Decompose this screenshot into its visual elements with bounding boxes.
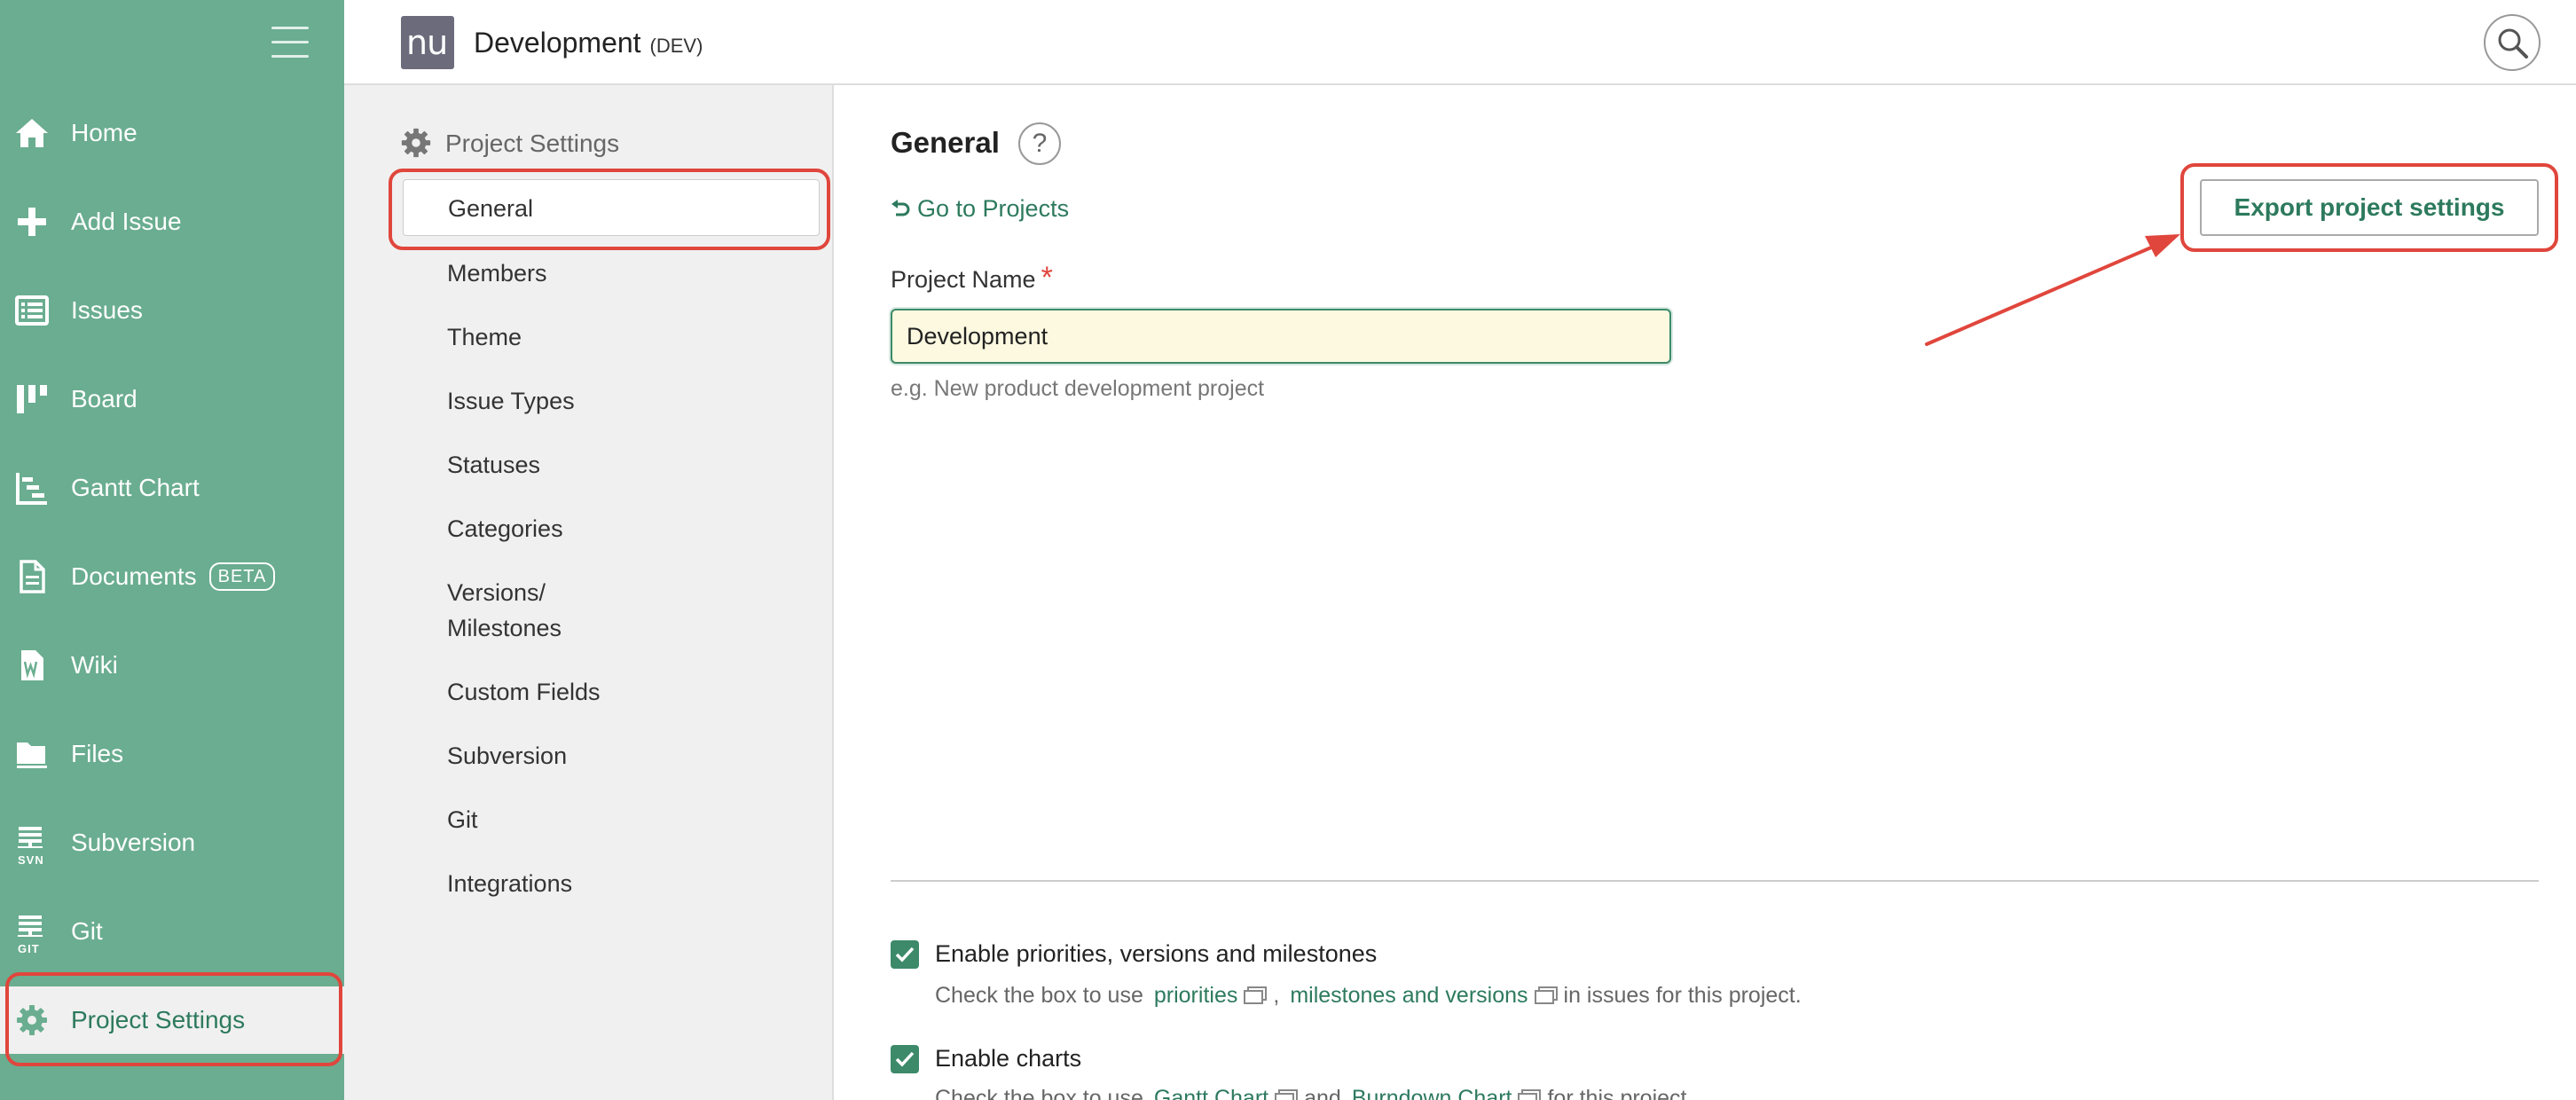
board-icon	[14, 381, 50, 417]
section-divider	[891, 880, 2539, 882]
subnav-item-integrations[interactable]: Integrations	[403, 866, 820, 901]
milestones-versions-link[interactable]: milestones and versions	[1290, 983, 1528, 1008]
priorities-link[interactable]: priorities	[1154, 983, 1237, 1008]
nav-item-home[interactable]: Home	[0, 99, 344, 167]
nav-item-gantt-chart[interactable]: Gantt Chart	[0, 454, 344, 522]
nav-label: Issues	[71, 296, 143, 324]
settings-heading: Project Settings	[399, 124, 665, 163]
subnav-item-theme[interactable]: Theme	[403, 319, 820, 355]
enable-charts-help: Check the box to use Gantt Chart and Burndo…	[935, 1084, 1692, 1100]
search-button[interactable]	[2484, 14, 2541, 71]
subnav-item-statuses[interactable]: Statuses	[403, 447, 820, 483]
project-name-label: Project Name *	[891, 261, 1053, 295]
gear-icon	[401, 128, 431, 158]
nav-item-add-issue[interactable]: Add Issue	[0, 188, 344, 255]
subnav-item-members[interactable]: Members	[403, 255, 820, 291]
home-icon	[14, 115, 50, 151]
gear-icon	[14, 1002, 50, 1038]
plus-icon	[14, 204, 50, 240]
required-mark: *	[1041, 261, 1053, 295]
nav-label: Git	[71, 917, 103, 945]
export-project-settings-button[interactable]: Export project settings	[2200, 179, 2539, 236]
external-window-icon	[1244, 986, 1268, 1004]
project-name-help: e.g. New product development project	[891, 376, 1265, 401]
nav-label: Subversion	[71, 829, 196, 856]
document-icon	[14, 559, 50, 594]
list-icon	[14, 293, 50, 328]
external-window-icon	[1518, 1089, 1542, 1100]
project-name-input[interactable]	[891, 309, 1671, 364]
top-header: nu Development (DEV)	[344, 0, 2576, 85]
search-icon	[2498, 28, 2528, 59]
wiki-icon	[14, 648, 50, 683]
external-window-icon	[1534, 986, 1558, 1004]
gantt-icon	[14, 470, 50, 506]
subnav-item-subversion[interactable]: Subversion	[403, 738, 820, 774]
main-content: General ? Go to Projects Export project …	[834, 85, 2576, 1100]
left-navigation: Home Add Issue Issues Board Gantt Chart …	[0, 0, 344, 1100]
nav-item-wiki[interactable]: Wiki	[0, 632, 344, 699]
nav-label: Add Issue	[71, 208, 182, 235]
subnav-item-issue-types[interactable]: Issue Types	[403, 383, 820, 419]
nav-item-files[interactable]: Files	[0, 720, 344, 788]
project-title[interactable]: Development (DEV)	[474, 25, 703, 64]
subnav-item-categories[interactable]: Categories	[403, 511, 820, 546]
nav-label: Wiki	[71, 651, 118, 679]
subnav-item-git[interactable]: Git	[403, 802, 820, 837]
nav-item-issues[interactable]: Issues	[0, 277, 344, 344]
folder-icon	[14, 736, 50, 772]
enable-priorities-label[interactable]: Enable priorities, versions and mileston…	[935, 939, 1377, 969]
help-icon[interactable]: ?	[1018, 122, 1061, 165]
nav-label: Board	[71, 385, 137, 412]
enable-priorities-help: Check the box to use priorities, milestone…	[935, 983, 1802, 1008]
settings-subnav: Project Settings General Members Theme I…	[344, 85, 834, 1100]
nav-item-project-settings[interactable]: Project Settings	[0, 986, 344, 1054]
page-title: General	[891, 126, 1000, 159]
svn-icon: SVN	[14, 825, 50, 867]
project-key: (DEV)	[649, 35, 703, 57]
subnav-item-custom-fields[interactable]: Custom Fields	[403, 674, 820, 710]
nav-label: Gantt Chart	[71, 474, 200, 501]
subnav-item-general[interactable]: General	[403, 179, 820, 236]
git-icon: GIT	[14, 914, 50, 955]
subnav-item-versions-milestones[interactable]: Versions/ Milestones	[403, 575, 820, 646]
gantt-chart-link[interactable]: Gantt Chart	[1154, 1086, 1268, 1100]
nav-label: Files	[71, 740, 124, 767]
nav-item-subversion[interactable]: SVN Subversion	[0, 809, 344, 876]
external-window-icon	[1275, 1089, 1299, 1100]
enable-priorities-checkbox[interactable]	[891, 940, 919, 969]
checkmark-icon	[895, 947, 915, 962]
go-to-projects-link[interactable]: Go to Projects	[891, 193, 1069, 224]
nav-item-documents[interactable]: Documents BETA	[0, 543, 344, 610]
nav-item-board[interactable]: Board	[0, 365, 344, 433]
nav-label: Project Settings	[71, 1006, 246, 1033]
beta-badge: BETA	[208, 562, 276, 591]
undo-arrow-icon	[891, 200, 910, 216]
burndown-chart-link[interactable]: Burndown Chart	[1352, 1086, 1512, 1100]
nav-label: Home	[71, 119, 137, 146]
menu-toggle-icon[interactable]	[271, 25, 309, 60]
enable-charts-label[interactable]: Enable charts	[935, 1043, 1081, 1073]
project-name: Development	[474, 27, 641, 59]
nav-item-git[interactable]: GIT Git	[0, 898, 344, 965]
nav-label: Documents BETA	[71, 561, 276, 593]
checkmark-icon	[895, 1051, 915, 1067]
enable-charts-checkbox[interactable]	[891, 1045, 919, 1073]
project-logo[interactable]: nu	[401, 16, 454, 69]
